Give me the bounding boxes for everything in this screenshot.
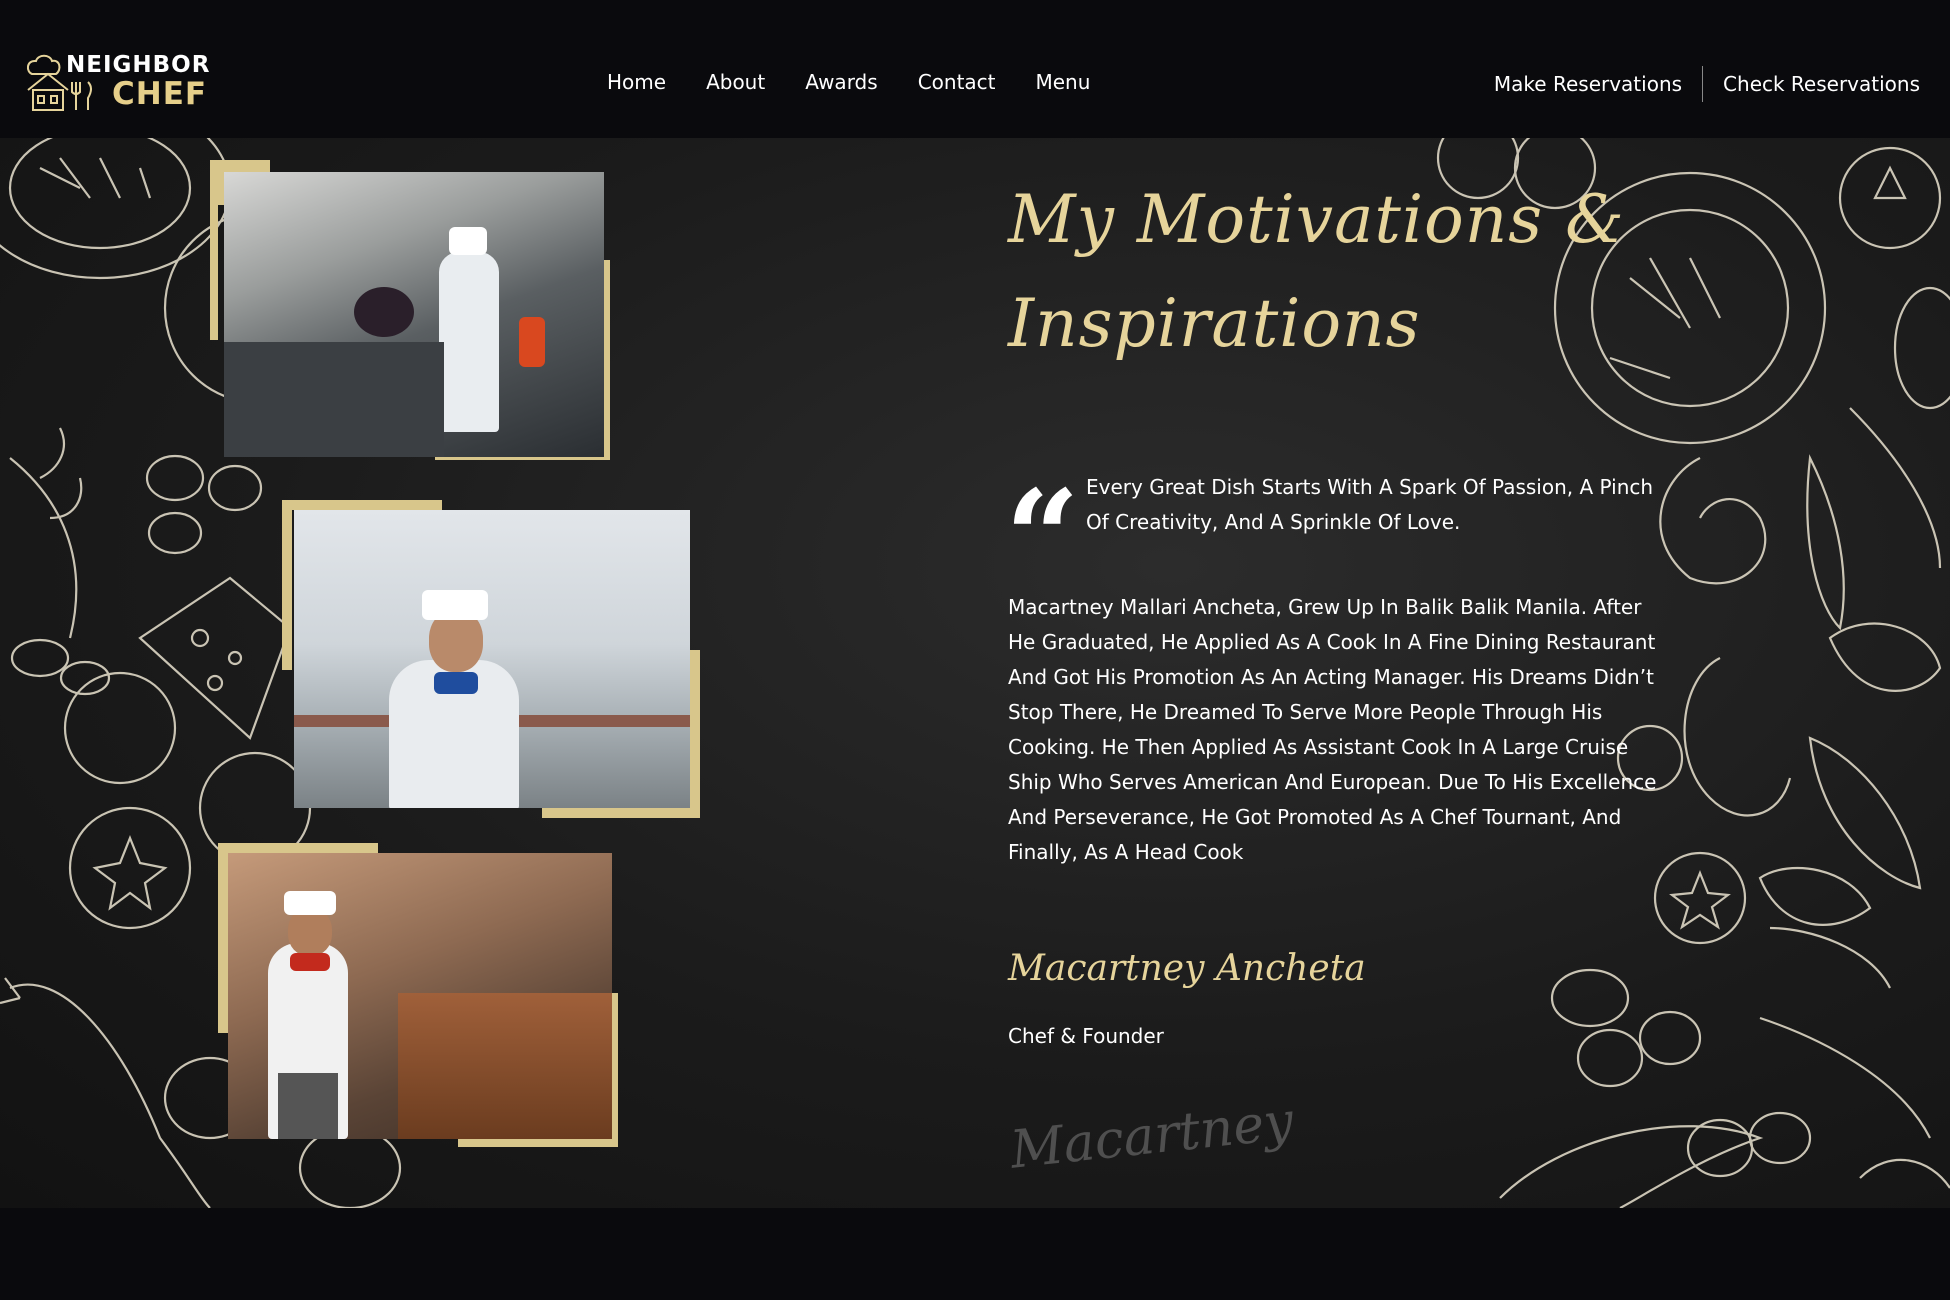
site-logo[interactable]: NEIGHBOR CHEF [24, 50, 209, 112]
nav-link-about[interactable]: About [706, 70, 765, 94]
logo-text-neighbor: NEIGHBOR [66, 52, 211, 78]
section-heading: My Motivations & Inspirations [1008, 181, 1625, 362]
chef-photo-kitchen [210, 160, 610, 460]
check-reservations-link[interactable]: Check Reservations [1723, 72, 1920, 96]
chef-biography: Macartney Mallari Ancheta, Grew Up In Ba… [1008, 595, 1657, 864]
nav-link-menu[interactable]: Menu [1036, 70, 1091, 94]
top-navigation: NEIGHBOR CHEF Home About Awards Contact … [0, 0, 1950, 138]
motivations-section: My Motivations & Inspirations “ Every Gr… [0, 138, 1950, 1208]
main-menu: Home About Awards Contact Menu [607, 70, 1130, 94]
nav-link-awards[interactable]: Awards [805, 70, 877, 94]
make-reservations-link[interactable]: Make Reservations [1494, 72, 1682, 96]
nav-link-home[interactable]: Home [607, 70, 666, 94]
quote-mark-icon: “ [1005, 461, 1080, 614]
inspiration-quote: Every Great Dish Starts With A Spark Of … [1086, 475, 1654, 534]
chef-name: Macartney Ancheta [1008, 948, 1366, 989]
nav-divider [1702, 66, 1704, 102]
logo-text-chef: CHEF [112, 76, 208, 112]
nav-link-contact[interactable]: Contact [918, 70, 996, 94]
page-bottom-bar [0, 1208, 1950, 1300]
reservation-links: Make Reservations Check Reservations [1494, 66, 1920, 102]
chef-photo-buffet-line [218, 843, 618, 1147]
chef-role: Chef & Founder [1008, 1024, 1164, 1048]
chef-photo-statue-of-liberty [282, 500, 700, 818]
